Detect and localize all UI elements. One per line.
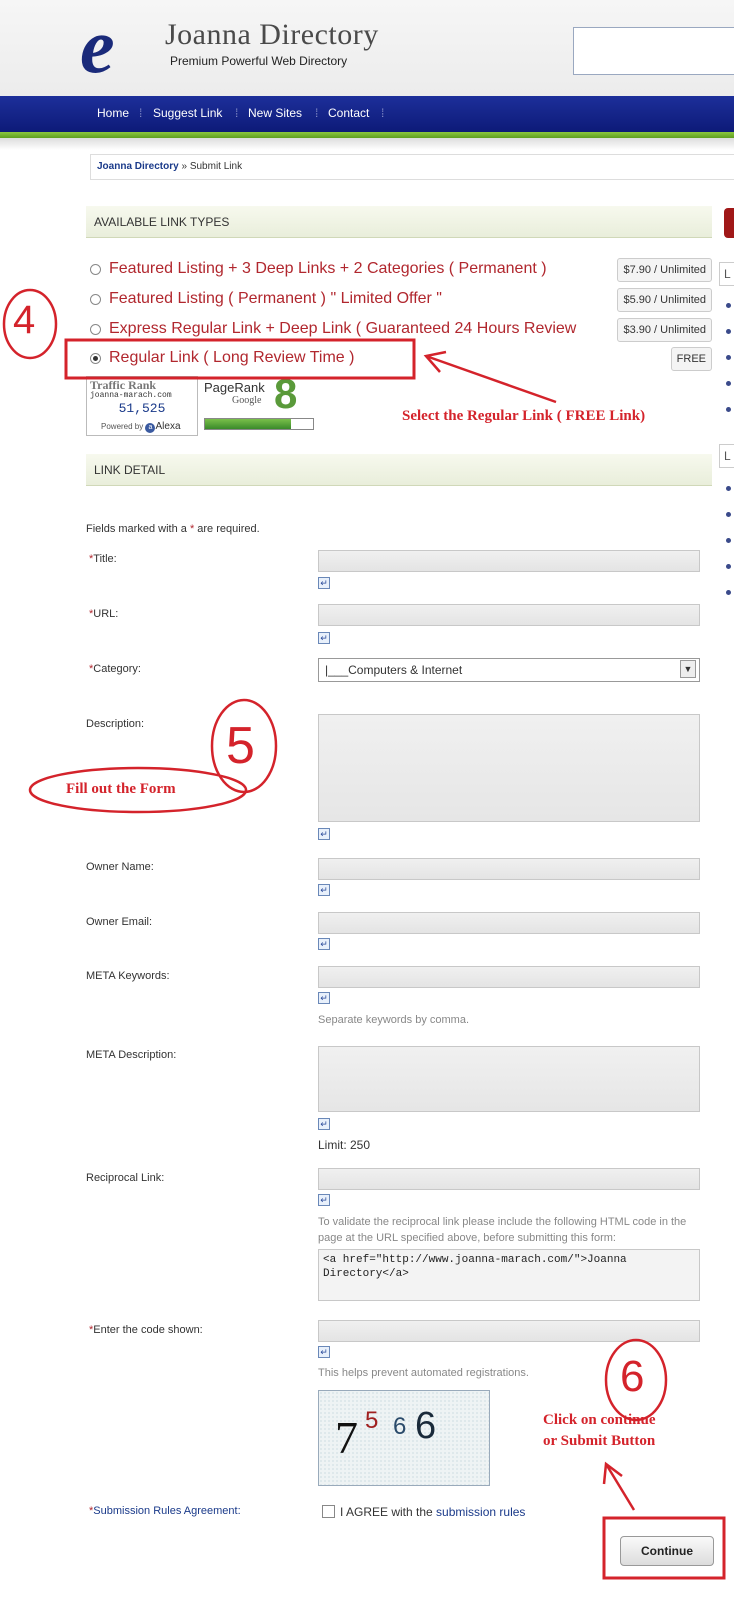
continue-box [602,1516,726,1580]
step5-number: 5 [226,717,255,775]
click-instruction-2: or Submit Button [543,1433,656,1449]
fill-instruction: Fill out the Form [66,781,176,797]
click-instruction-1: Click on continue [543,1412,656,1428]
step6-number: 6 [620,1352,645,1401]
select-instruction: Select the Regular Link ( FREE Link) [402,408,646,424]
step4-number: 4 [13,298,36,342]
arrow-line [604,1463,636,1511]
regular-link-box [64,338,416,380]
arrow-line [425,354,557,404]
